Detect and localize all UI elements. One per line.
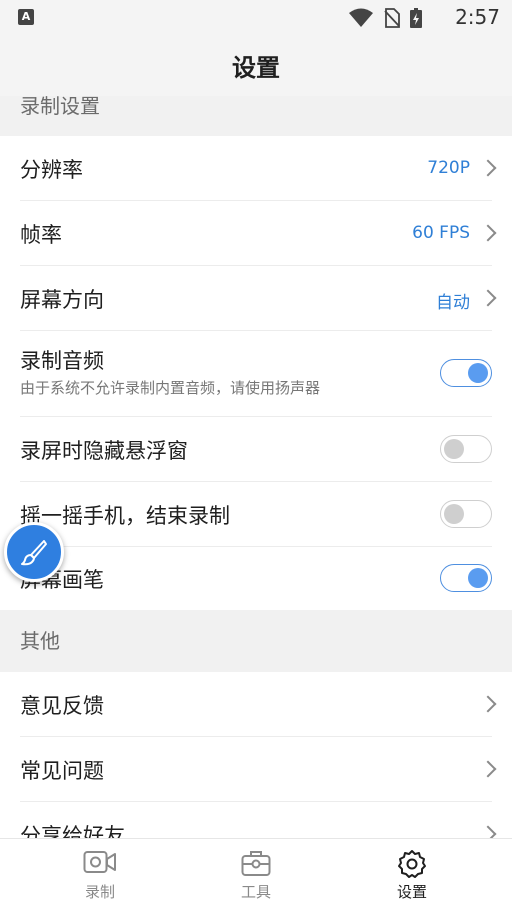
- toolbox-icon: [241, 851, 271, 876]
- status-bar: A 2:57: [0, 0, 512, 34]
- section-title: 录制设置: [20, 96, 100, 118]
- nav-item-record[interactable]: 录制: [15, 839, 185, 910]
- status-icons: [348, 8, 422, 28]
- nav-label: 设置: [396, 883, 427, 901]
- section-header-other: 其他: [0, 610, 512, 672]
- setting-label: 录制音频: [20, 349, 104, 373]
- setting-description: 由于系统不允许录制内置音频，请使用扬声器: [20, 379, 321, 397]
- setting-label: 录屏时隐藏悬浮窗: [20, 439, 188, 463]
- setting-value: 自动: [436, 293, 470, 313]
- setting-framerate[interactable]: 帧率 60 FPS: [0, 201, 512, 266]
- no-sim-icon: [384, 8, 400, 28]
- brush-icon: [21, 540, 47, 566]
- setting-label: 摇一摇手机，结束录制: [20, 504, 230, 528]
- nav-item-settings[interactable]: 设置: [327, 839, 497, 910]
- toggle-knob: [444, 439, 464, 459]
- video-camera-icon: [83, 851, 116, 873]
- toggle-knob: [444, 504, 464, 524]
- chevron-right-icon: [479, 289, 497, 307]
- section-title: 其他: [20, 629, 60, 653]
- chevron-right-icon: [479, 760, 497, 778]
- title-bar: 设置: [0, 34, 512, 96]
- setting-label: 屏幕方向: [20, 288, 104, 312]
- setting-orientation[interactable]: 屏幕方向 自动: [0, 266, 512, 331]
- setting-value: 720P: [427, 158, 470, 178]
- setting-shake-stop: 摇一摇手机，结束录制: [0, 482, 512, 547]
- screen-brush-toggle[interactable]: [440, 564, 492, 592]
- setting-resolution[interactable]: 分辨率 720P: [0, 136, 512, 201]
- setting-share[interactable]: 分享给好友: [0, 802, 512, 838]
- hide-float-toggle[interactable]: [440, 435, 492, 463]
- battery-charging-icon: [410, 8, 422, 28]
- setting-record-audio: 录制音频 由于系统不允许录制内置音频，请使用扬声器: [0, 331, 512, 417]
- setting-label: 分辨率: [20, 158, 83, 182]
- setting-label: 意见反馈: [20, 694, 104, 718]
- setting-label: 常见问题: [20, 759, 104, 783]
- nav-item-tools[interactable]: 工具: [171, 839, 341, 910]
- shake-stop-toggle[interactable]: [440, 500, 492, 528]
- nav-label: 工具: [240, 883, 271, 901]
- setting-value: 60 FPS: [412, 223, 470, 243]
- chevron-right-icon: [479, 159, 497, 177]
- chevron-right-icon: [479, 695, 497, 713]
- nav-label: 录制: [84, 883, 115, 901]
- notification-icon: A: [18, 9, 34, 25]
- setting-screen-brush: 屏幕画笔: [0, 547, 512, 610]
- section-header-record: 录制设置: [0, 96, 512, 136]
- floating-brush-button[interactable]: [4, 522, 64, 582]
- toggle-knob: [468, 568, 488, 588]
- setting-feedback[interactable]: 意见反馈: [0, 672, 512, 737]
- page-title: 设置: [232, 54, 280, 82]
- setting-hide-float: 录屏时隐藏悬浮窗: [0, 417, 512, 482]
- wifi-icon: [349, 8, 373, 27]
- record-audio-toggle[interactable]: [440, 359, 492, 387]
- setting-label: 帧率: [20, 223, 62, 247]
- gear-icon: [398, 850, 426, 878]
- clock: 2:57: [455, 5, 500, 29]
- toggle-knob: [468, 363, 488, 383]
- chevron-right-icon: [479, 825, 497, 838]
- setting-label: 分享给好友: [20, 824, 125, 838]
- bottom-nav: 录制 工具 设置: [0, 838, 512, 910]
- chevron-right-icon: [479, 224, 497, 242]
- settings-list[interactable]: 录制设置 分辨率 720P 帧率 60 FPS 屏幕方向 自动 录制音频 由于系…: [0, 96, 512, 838]
- setting-faq[interactable]: 常见问题: [0, 737, 512, 802]
